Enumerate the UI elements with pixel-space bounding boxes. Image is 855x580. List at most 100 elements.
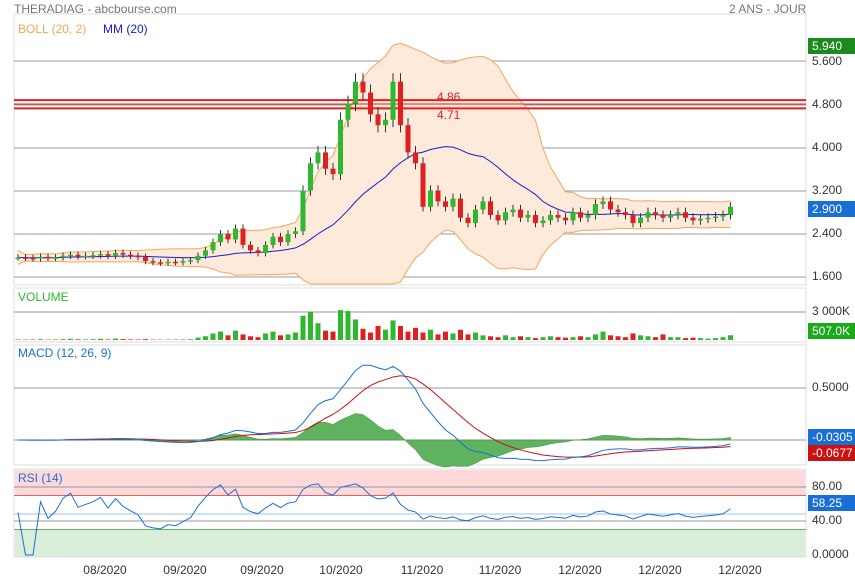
candle-body [518,209,523,218]
x-tick: 12/2020 [718,563,762,577]
volume-bar [720,337,726,340]
x-tick: 08/2020 [83,563,127,577]
candle-body [638,217,643,224]
candle-body [525,214,531,218]
volume-bar [525,337,531,340]
y-tick: 2.400 [812,226,843,240]
volume-bar [98,338,103,340]
candle-body [68,254,73,257]
volume-bar [600,331,606,340]
price-badge: 2.900 [808,201,855,217]
chart-root: THERADIAG - abcbourse.com 2 ANS - JOUR B… [0,0,855,580]
volume-bar [308,312,313,340]
volume-bar [180,339,186,340]
x-tick: 11/2020 [400,563,444,577]
volume-bar [540,337,546,340]
candle-body [150,261,156,263]
volume-bar [518,336,523,340]
volume-bar [360,328,366,340]
y-tick: 3 000K [812,304,851,318]
candle-body [398,81,403,126]
candle-body [360,81,366,93]
volume-bar [225,335,231,340]
candle-body [368,92,373,115]
candle-body [203,250,208,256]
candle-body [270,236,276,245]
volume-bar [15,339,21,340]
candle-body [435,190,441,202]
volume-bar [60,339,66,340]
candle-body [285,234,291,243]
volume-bar [390,320,396,340]
candle-body [210,242,216,251]
level-label: 4.86 [437,90,461,104]
candle-body [53,257,58,259]
candle-body [450,198,456,207]
candle-body [278,236,283,243]
y-tick: 1.600 [812,269,843,283]
candle-body [315,152,321,164]
volume-bar [428,329,433,340]
volume-bar [293,332,298,340]
candle-body [15,257,21,259]
volume-bar [188,339,193,340]
candle-body [683,212,688,218]
volume-bar [248,336,253,340]
candle-body [38,256,43,259]
volume-bar [278,335,283,340]
candle-body [30,257,36,260]
candle-body [45,256,51,259]
candle-body [555,214,561,218]
candle-body [428,190,433,207]
volume-bar [375,326,381,340]
y-tick: 5.600 [812,54,843,68]
volume-bar [383,329,388,340]
y-tick: 0.0000 [812,547,849,561]
candle-body [540,220,546,224]
candle-body [698,218,703,221]
candle-body [495,214,501,221]
volume-bar [413,327,418,340]
x-tick: 10/2020 [319,563,363,577]
volume-bar [578,336,583,340]
candle-body [248,244,253,251]
volume-bar [120,339,126,340]
x-tick: 09/2020 [240,563,284,577]
candle-body [345,103,351,120]
candle-body [390,81,396,120]
volume-bar [128,339,133,340]
candle-body [23,257,28,259]
candle-body [240,228,246,245]
volume-bar [53,339,58,340]
volume-bar [263,333,268,340]
volume-bar [203,336,208,340]
candle-body [630,214,636,224]
candle-body [375,114,381,126]
volume-bar [548,336,553,340]
rsi-legend: RSI (14) [18,471,63,485]
candle-body [60,255,66,258]
candle-body [585,214,591,218]
candle-body [660,214,666,218]
candle-body [225,234,231,240]
volume-bar [638,335,643,340]
high-badge: 5.940 [808,38,855,54]
candle-body [180,261,186,263]
mm-legend: MM (20) [103,22,148,36]
candle-body [323,152,328,169]
candle-body [510,209,516,213]
candle-body [480,201,486,210]
volume-bar [630,333,636,340]
volume-bar [233,330,238,340]
volume-bar [330,331,336,340]
y-tick: 0.5000 [812,380,849,394]
candle-body [293,231,298,234]
candle-body [728,206,733,215]
volume-bar [608,335,613,340]
candle-body [473,209,478,224]
candle-body [188,260,193,262]
volume-bar [645,336,651,340]
boll-legend: BOLL (20, 2) [18,22,87,36]
volume-bar [713,338,718,340]
candle-body [705,217,711,220]
